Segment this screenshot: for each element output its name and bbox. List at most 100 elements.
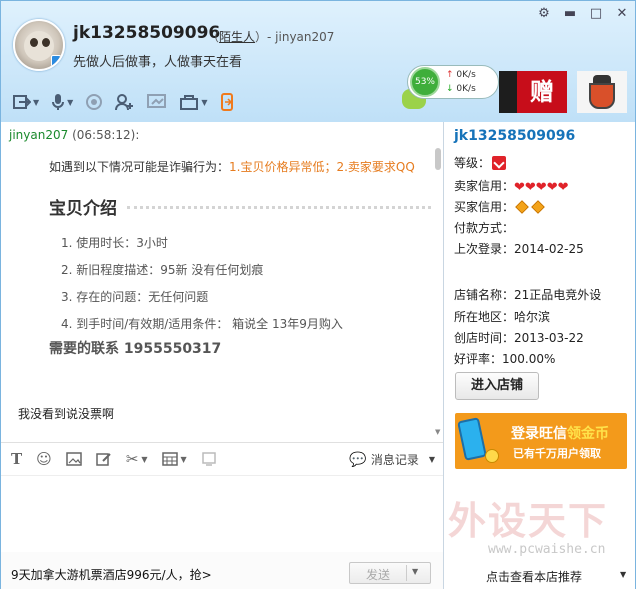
maximize-icon[interactable]: □ [589,7,603,21]
settings-gear-icon[interactable]: ⚙ [537,7,551,21]
phone-icon [221,93,234,111]
buyer-credit: 买家信用： [454,198,546,215]
edit-icon [96,453,111,466]
seller-level: 等级： [454,154,507,171]
dotted-divider [127,206,431,209]
shop-recommend-bar[interactable]: 点击查看本店推荐 ▼ [444,562,634,589]
message-sender[interactable]: jinyan207 [9,128,68,142]
avatar-eye-right [42,38,50,47]
minimize-icon[interactable]: ▬ [563,7,577,21]
scrollbar-thumb[interactable] [435,148,441,170]
image-button[interactable] [66,452,82,466]
shop-created: 创店时间：2013-03-22 [454,331,584,345]
voice-button[interactable]: ▼ [51,90,73,114]
relation-open: （ [207,30,220,44]
payment-methods: 付款方式： [454,221,515,235]
font-icon: T [11,450,23,468]
ad-banner-left[interactable] [499,71,517,113]
upload-arrow-icon: ↑ [446,70,454,80]
ad-banner-gift[interactable]: 赠 [517,71,567,113]
fraud-warning-items: 1.宝贝价格异常低；2.卖家要求QQ [229,160,415,174]
network-speed-widget[interactable]: 53% ↑ 0K/s ↓ 0K/s [407,65,499,99]
shop-info-sidebar: jk13258509096 等级： 卖家信用：❤❤❤❤❤ 买家信用： 付款方式：… [444,122,636,589]
chevron-down-icon: ▼ [180,454,187,464]
list-item: 1. 使用时长：3小时 [61,236,168,250]
site-watermark: 外设天下 www.pcwaishe.cn [444,490,636,560]
avatar-face [24,31,54,61]
send-options-chevron-icon[interactable]: ▼ [412,567,418,576]
buyer-credit-label: 买家信用： [454,200,515,214]
message-header: jinyan207 (06:58:12): [9,128,139,142]
avatar-eye-left [30,38,38,47]
chat-toolbar: ▼ ▼ ▼ [13,89,235,115]
calculator-icon [161,452,178,466]
remote-assist-icon [180,95,199,110]
chevron-down-icon: ▼ [33,97,40,107]
upload-speed-value: 0K/s [456,70,476,80]
window-controls: ⚙ ▬ □ ✕ [537,7,629,21]
shake-button[interactable] [201,452,217,466]
shop-name: 店铺名称：21正品电竞外设 [454,288,602,302]
wangxin-gold-banner[interactable]: 登录旺信领金币 已有千万用户领取 [455,413,627,469]
relation-link[interactable]: 陌生人 [219,30,255,44]
editor-toolbar: T ☺ ✂ ▼ ▼ 💬 消息记录 ▼ [1,442,443,476]
remote-assist-button[interactable]: ▼ [179,90,207,114]
screenshot-button[interactable]: ✂ ▼ [126,450,148,468]
add-contact-button[interactable] [115,90,135,114]
seller-name[interactable]: jk13258509096 [454,128,575,144]
chevron-down-icon: ▼ [67,97,74,107]
emoji-button[interactable]: ☺ [36,450,52,468]
handwriting-button[interactable] [96,452,112,466]
chevron-down-icon: ▼ [141,454,148,464]
image-icon [66,452,82,466]
chat-bubble-icon: 💬 [349,451,367,468]
download-speed-value: 0K/s [456,84,476,94]
shop-recommend-label: 点击查看本店推荐 [486,570,583,584]
video-button[interactable] [85,90,103,114]
phone-icon [457,417,487,461]
item-details-list: 1. 使用时长：3小时 2. 新旧程度描述：95新 没有任何划痕 3. 存在的问… [61,235,343,343]
contact-username[interactable]: jk13258509096 [73,23,220,43]
message-history-label: 消息记录 [370,453,419,467]
send-label: 发送 [365,568,390,582]
chat-bottom-bar: 9天加拿大游机票酒店996元/人，抢> 发送 ▼ [1,552,443,589]
close-icon[interactable]: ✕ [615,7,629,21]
chat-scrollbar[interactable]: ▼ [434,148,442,436]
item-intro-title: 宝贝介绍 [49,199,117,219]
banner-headline-a: 登录旺信 [511,426,567,442]
message-input[interactable] [1,477,443,557]
enter-shop-button[interactable]: 进入店铺 [455,372,539,400]
mobile-send-button[interactable] [219,90,235,114]
chat-panel: jinyan207 (06:58:12): 如遇到以下情况可能是诈骗行为：1.宝… [0,122,444,589]
heart-icon: ❤❤❤❤❤ [514,180,569,195]
download-arrow-icon: ↓ [446,84,454,94]
teapot-lid-icon [593,75,611,83]
scroll-down-icon[interactable]: ▼ [435,428,440,436]
positive-rating: 好评率：100.00% [454,352,556,366]
coin-icon [485,449,499,463]
level-badge-icon [492,156,507,170]
watermark-logo: 外设天下 [448,498,609,543]
banner-subline: 已有千万用户领取 [513,447,601,460]
message-time: (06:58:12): [72,128,140,142]
upload-speed: ↑ 0K/s [446,70,476,80]
list-item: 2. 新旧程度描述：95新 没有任何划痕 [61,263,264,277]
calculator-button[interactable]: ▼ [161,452,187,466]
camera-icon [86,94,103,110]
chat-window-header: jk13258509096 （陌生人）- jinyan207 先做人后做事，人做… [0,0,636,122]
transfer-file-button[interactable]: ▼ [13,90,39,114]
diamond-icon [515,200,529,214]
font-button[interactable]: T [11,450,22,468]
promo-link[interactable]: 9天加拿大游机票酒店996元/人，抢> [11,566,212,583]
message-history-button[interactable]: 💬 消息记录 ▼ [349,451,435,468]
diamond-icon [531,200,545,214]
list-item: 3. 存在的问题：无任何问题 [61,290,209,304]
screen-share-button[interactable] [147,90,167,114]
seller-credit: 卖家信用：❤❤❤❤❤ [454,177,569,195]
send-button[interactable]: 发送 ▼ [349,562,431,584]
contact-avatar[interactable] [13,19,65,71]
fraud-warning: 如遇到以下情况可能是诈骗行为：1.宝贝价格异常低；2.卖家要求QQ [49,158,433,175]
ad-banner-teapot[interactable] [577,71,627,113]
relation-account: ）- jinyan207 [255,30,335,44]
sent-message: 我没看到说没票啊 [18,407,115,421]
